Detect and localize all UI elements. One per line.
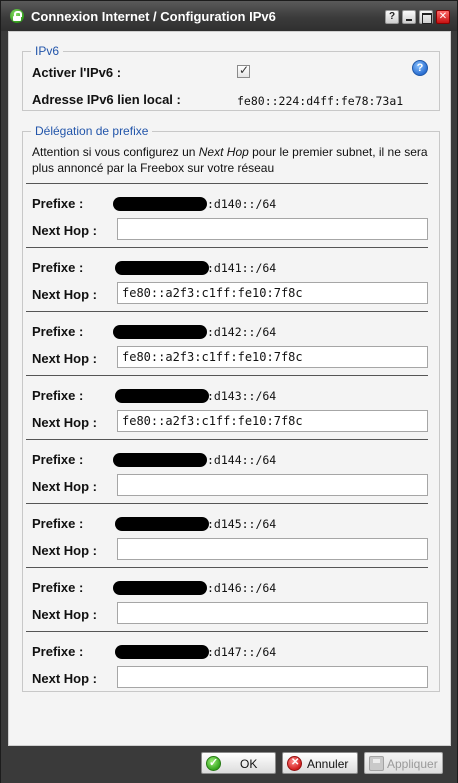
next-hop-label: Next Hop : (32, 415, 97, 430)
row-separator (26, 631, 428, 632)
enable-ipv6-label: Activer l'IPv6 : (32, 65, 122, 80)
row-separator (26, 439, 428, 440)
warning-text-start: Attention si vous configurez un (32, 145, 199, 159)
next-hop-label: Next Hop : (32, 671, 97, 686)
prefix-value: :d140::/64 (207, 197, 277, 211)
redacted-prefix (113, 325, 207, 339)
prefix-label: Prefixe : (32, 196, 84, 211)
redacted-prefix (115, 261, 209, 275)
app-lock-icon (10, 9, 24, 23)
prefix-label: Prefixe : (32, 580, 84, 595)
row-separator (26, 247, 428, 248)
ipv6-legend: IPv6 (31, 44, 64, 58)
window-title: Connexion Internet / Configuration IPv6 (31, 9, 276, 24)
next-hop-input[interactable] (117, 666, 428, 688)
redacted-prefix (115, 389, 209, 403)
local-address-value: fe80::224:d4ff:fe78:73a1 (237, 94, 404, 108)
prefix-value: :d141::/64 (207, 261, 277, 275)
apply-button[interactable]: Appliquer (364, 752, 443, 774)
row-separator (26, 503, 428, 504)
prefix-value: :d145::/64 (207, 517, 277, 531)
prefix-label: Prefixe : (32, 324, 84, 339)
prefix-value: :d143::/64 (207, 389, 277, 403)
redacted-prefix (115, 517, 209, 531)
help-icon[interactable]: ? (412, 60, 428, 76)
dialog-window: Connexion Internet / Configuration IPv6 … (0, 0, 458, 783)
next-hop-label: Next Hop : (32, 607, 97, 622)
save-icon (369, 756, 384, 771)
apply-button-label: Appliquer (387, 757, 438, 771)
next-hop-label: Next Hop : (32, 543, 97, 558)
next-hop-input[interactable]: fe80::a2f3:c1ff:fe10:7f8c (117, 346, 428, 368)
next-hop-input[interactable] (117, 538, 428, 560)
redacted-prefix (115, 645, 209, 659)
row-separator (26, 311, 428, 312)
minimize-button[interactable] (402, 10, 416, 24)
prefix-value: :d146::/64 (207, 581, 277, 595)
next-hop-label: Next Hop : (32, 287, 97, 302)
prefix-value: :d147::/64 (207, 645, 277, 659)
prefix-label: Prefixe : (32, 644, 84, 659)
next-hop-input[interactable] (117, 218, 428, 240)
dialog-footer: OK Annuler Appliquer (1, 747, 457, 783)
ok-button[interactable]: OK (201, 752, 276, 774)
next-hop-label: Next Hop : (32, 351, 97, 366)
next-hop-label: Next Hop : (32, 479, 97, 494)
delegation-warning: Attention si vous configurez un Next Hop… (32, 144, 432, 176)
delegation-legend: Délégation de prefixe (31, 124, 153, 138)
cancel-icon (287, 756, 302, 771)
row-separator (26, 375, 428, 376)
redacted-prefix (113, 453, 207, 467)
next-hop-label: Next Hop : (32, 223, 97, 238)
cancel-button-label: Annuler (307, 757, 349, 771)
row-separator (26, 567, 428, 568)
cancel-button[interactable]: Annuler (282, 752, 358, 774)
prefix-label: Prefixe : (32, 260, 84, 275)
local-address-label: Adresse IPv6 lien local : (32, 92, 181, 107)
next-hop-input[interactable]: fe80::a2f3:c1ff:fe10:7f8c (117, 282, 428, 304)
dialog-content: IPv6 Activer l'IPv6 : ? Adresse IPv6 lie… (8, 31, 451, 746)
next-hop-input[interactable]: fe80::a2f3:c1ff:fe10:7f8c (117, 410, 428, 432)
ok-button-label: OK (240, 757, 258, 771)
prefix-label: Prefixe : (32, 516, 84, 531)
prefix-label: Prefixe : (32, 388, 84, 403)
close-button[interactable]: ✕ (436, 10, 450, 24)
warning-emphasis: Next Hop (198, 145, 249, 159)
redacted-prefix (113, 197, 207, 211)
title-bar[interactable]: Connexion Internet / Configuration IPv6 … (1, 1, 457, 31)
enable-ipv6-checkbox[interactable] (237, 63, 250, 78)
prefix-value: :d144::/64 (207, 453, 277, 467)
next-hop-input[interactable] (117, 474, 428, 496)
redacted-prefix (113, 581, 207, 595)
maximize-button[interactable] (419, 10, 433, 24)
row-separator (26, 183, 428, 184)
next-hop-input[interactable] (117, 602, 428, 624)
check-icon (206, 756, 221, 771)
prefix-value: :d142::/64 (207, 325, 277, 339)
prefix-label: Prefixe : (32, 452, 84, 467)
help-window-button[interactable]: ? (385, 10, 399, 24)
